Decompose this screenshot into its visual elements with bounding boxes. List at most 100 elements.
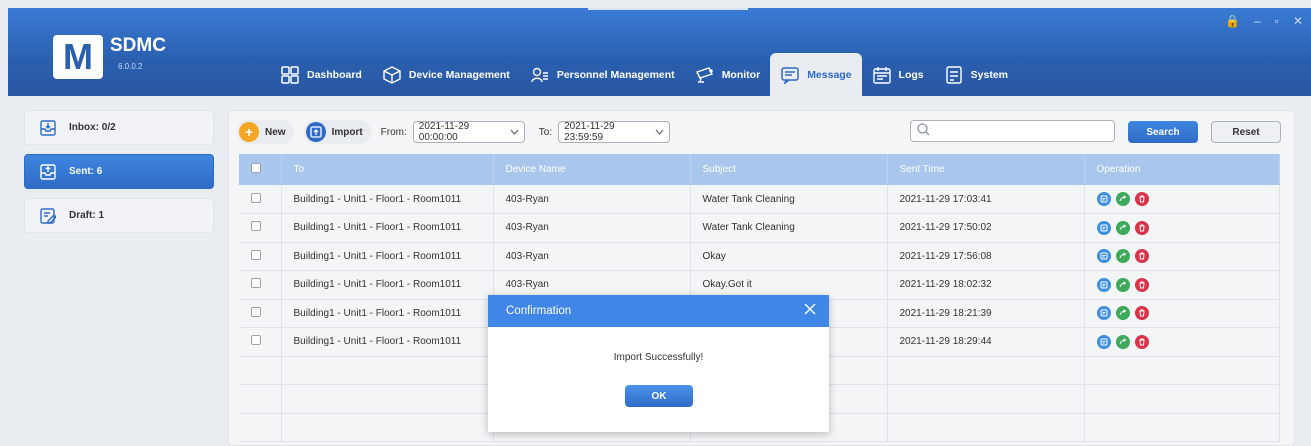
forward-icon[interactable]	[1115, 192, 1130, 206]
row-checkbox[interactable]	[251, 278, 261, 289]
column-header[interactable]: Subject	[690, 154, 888, 185]
plus-icon: +	[239, 122, 259, 142]
empty-cell	[887, 413, 1085, 442]
row-checkbox[interactable]	[251, 192, 261, 203]
message-sidebar: Inbox: 0/2 Sent: 6 Draft: 1	[24, 110, 214, 242]
dialog-message: Import Successfully!	[613, 352, 704, 363]
nav-label: System	[970, 68, 1008, 81]
to-date-picker[interactable]: 2021-11-29 23:59:59	[558, 121, 671, 143]
sidebar-item-sent[interactable]: Sent: 6	[24, 154, 214, 189]
title-drag-bar[interactable]	[588, 8, 748, 10]
personnel-icon	[530, 65, 550, 85]
row-actions	[1096, 306, 1279, 321]
table-row[interactable]: Building1 - Unit1 - Floor1 - Room1011 403…	[239, 185, 1280, 214]
nav-label: Device Management	[408, 68, 510, 81]
restore-icon[interactable]: ▫	[1275, 14, 1279, 28]
forward-icon[interactable]	[1115, 306, 1130, 321]
sent-icon	[39, 163, 57, 181]
delete-icon[interactable]	[1134, 192, 1149, 206]
sidebar-item-label: Inbox: 0/2	[69, 122, 116, 133]
row-checkbox[interactable]	[251, 335, 261, 346]
cell-operation	[1084, 299, 1280, 328]
nav-monitor[interactable]: Monitor	[685, 53, 771, 96]
view-icon[interactable]	[1096, 249, 1111, 264]
new-button-label: New	[265, 126, 286, 138]
nav-personnel-management[interactable]: Personnel Management	[520, 53, 685, 96]
cell-operation	[1084, 185, 1280, 214]
cell-to: Building1 - Unit1 - Floor1 - Room1011	[281, 299, 494, 328]
column-header: Operation	[1084, 154, 1280, 185]
select-all-checkbox[interactable]	[251, 163, 261, 173]
app-name: SDMC	[110, 35, 166, 56]
cell-to: Building1 - Unit1 - Floor1 - Room1011	[281, 327, 494, 357]
to-date-value: 2021-11-29 23:59:59	[564, 121, 615, 143]
delete-icon[interactable]	[1134, 249, 1149, 264]
draft-icon	[39, 207, 57, 225]
nav-logs[interactable]: Logs	[862, 53, 934, 96]
row-checkbox[interactable]	[251, 221, 261, 232]
minimize-icon[interactable]: –	[1254, 14, 1261, 28]
delete-icon[interactable]	[1134, 334, 1149, 349]
view-icon[interactable]	[1096, 192, 1111, 206]
empty-cell	[239, 356, 282, 385]
from-label: From:	[380, 126, 407, 138]
view-icon[interactable]	[1096, 277, 1111, 292]
empty-cell	[239, 413, 282, 442]
empty-cell	[1084, 413, 1280, 442]
row-checkbox[interactable]	[251, 249, 261, 260]
nav-device-management[interactable]: Device Management	[372, 53, 520, 96]
forward-icon[interactable]	[1115, 334, 1130, 349]
search-input[interactable]	[910, 120, 1115, 142]
nav-system[interactable]: System	[934, 53, 1018, 96]
sidebar-item-inbox[interactable]: Inbox: 0/2	[24, 110, 214, 145]
logo-letter: M	[63, 36, 93, 77]
delete-icon[interactable]	[1134, 277, 1149, 292]
sidebar-item-label: Draft: 1	[69, 210, 105, 221]
forward-icon[interactable]	[1115, 249, 1130, 264]
table-row[interactable]: Building1 - Unit1 - Floor1 - Room1011 403…	[239, 213, 1280, 243]
sidebar-item-draft[interactable]: Draft: 1	[24, 198, 214, 233]
delete-icon[interactable]	[1134, 220, 1149, 235]
nav-label: Message	[807, 68, 852, 81]
cell-operation	[1084, 270, 1280, 300]
app-header: M SDMC 6.0.0.2 🔒 – ▫ ✕ Dashboard Device …	[8, 8, 1311, 96]
delete-icon[interactable]	[1134, 306, 1149, 321]
inbox-icon	[39, 119, 57, 137]
cell-to: Building1 - Unit1 - Floor1 - Room1011	[281, 185, 494, 214]
column-header[interactable]: To	[281, 154, 494, 185]
cell-subject: Water Tank Cleaning	[690, 213, 888, 243]
row-checkbox[interactable]	[251, 306, 261, 317]
import-button[interactable]: Import	[303, 120, 371, 144]
nav-dashboard[interactable]: Dashboard	[270, 53, 372, 96]
reset-button[interactable]: Reset	[1211, 121, 1281, 143]
from-date-value: 2021-11-29 00:00:00	[418, 121, 470, 143]
search-button[interactable]: Search	[1128, 121, 1198, 143]
table-row[interactable]: Building1 - Unit1 - Floor1 - Room1011 403…	[239, 242, 1280, 271]
cell-subject: Water Tank Cleaning	[690, 185, 888, 214]
column-header[interactable]: Device Name	[493, 154, 691, 185]
cell-device-name: 403-Ryan	[493, 242, 691, 271]
row-select-cell	[239, 299, 282, 328]
empty-cell	[1084, 384, 1280, 414]
lock-icon[interactable]: 🔒	[1225, 14, 1240, 28]
forward-icon[interactable]	[1115, 277, 1130, 292]
nav-label: Personnel Management	[556, 68, 675, 81]
empty-cell	[281, 384, 494, 414]
forward-icon[interactable]	[1115, 220, 1130, 235]
new-button[interactable]: + New	[237, 120, 294, 144]
close-icon[interactable]	[803, 302, 819, 318]
nav-label: Logs	[898, 68, 924, 81]
row-actions	[1096, 277, 1279, 292]
ok-button[interactable]: OK	[625, 385, 693, 407]
close-icon[interactable]: ✕	[1293, 14, 1303, 28]
main-nav: Dashboard Device Management Personnel Ma…	[270, 53, 1018, 96]
dialog-title: Confirmation	[506, 305, 572, 317]
nav-message[interactable]: Message	[770, 53, 862, 96]
app-version: 6.0.0.2	[118, 62, 143, 71]
from-date-picker[interactable]: 2021-11-29 00:00:00	[412, 121, 525, 143]
view-icon[interactable]	[1096, 306, 1111, 321]
view-icon[interactable]	[1096, 334, 1111, 349]
view-icon[interactable]	[1096, 220, 1111, 235]
column-header[interactable]: Sent Time	[887, 154, 1085, 185]
logs-icon	[872, 65, 892, 85]
